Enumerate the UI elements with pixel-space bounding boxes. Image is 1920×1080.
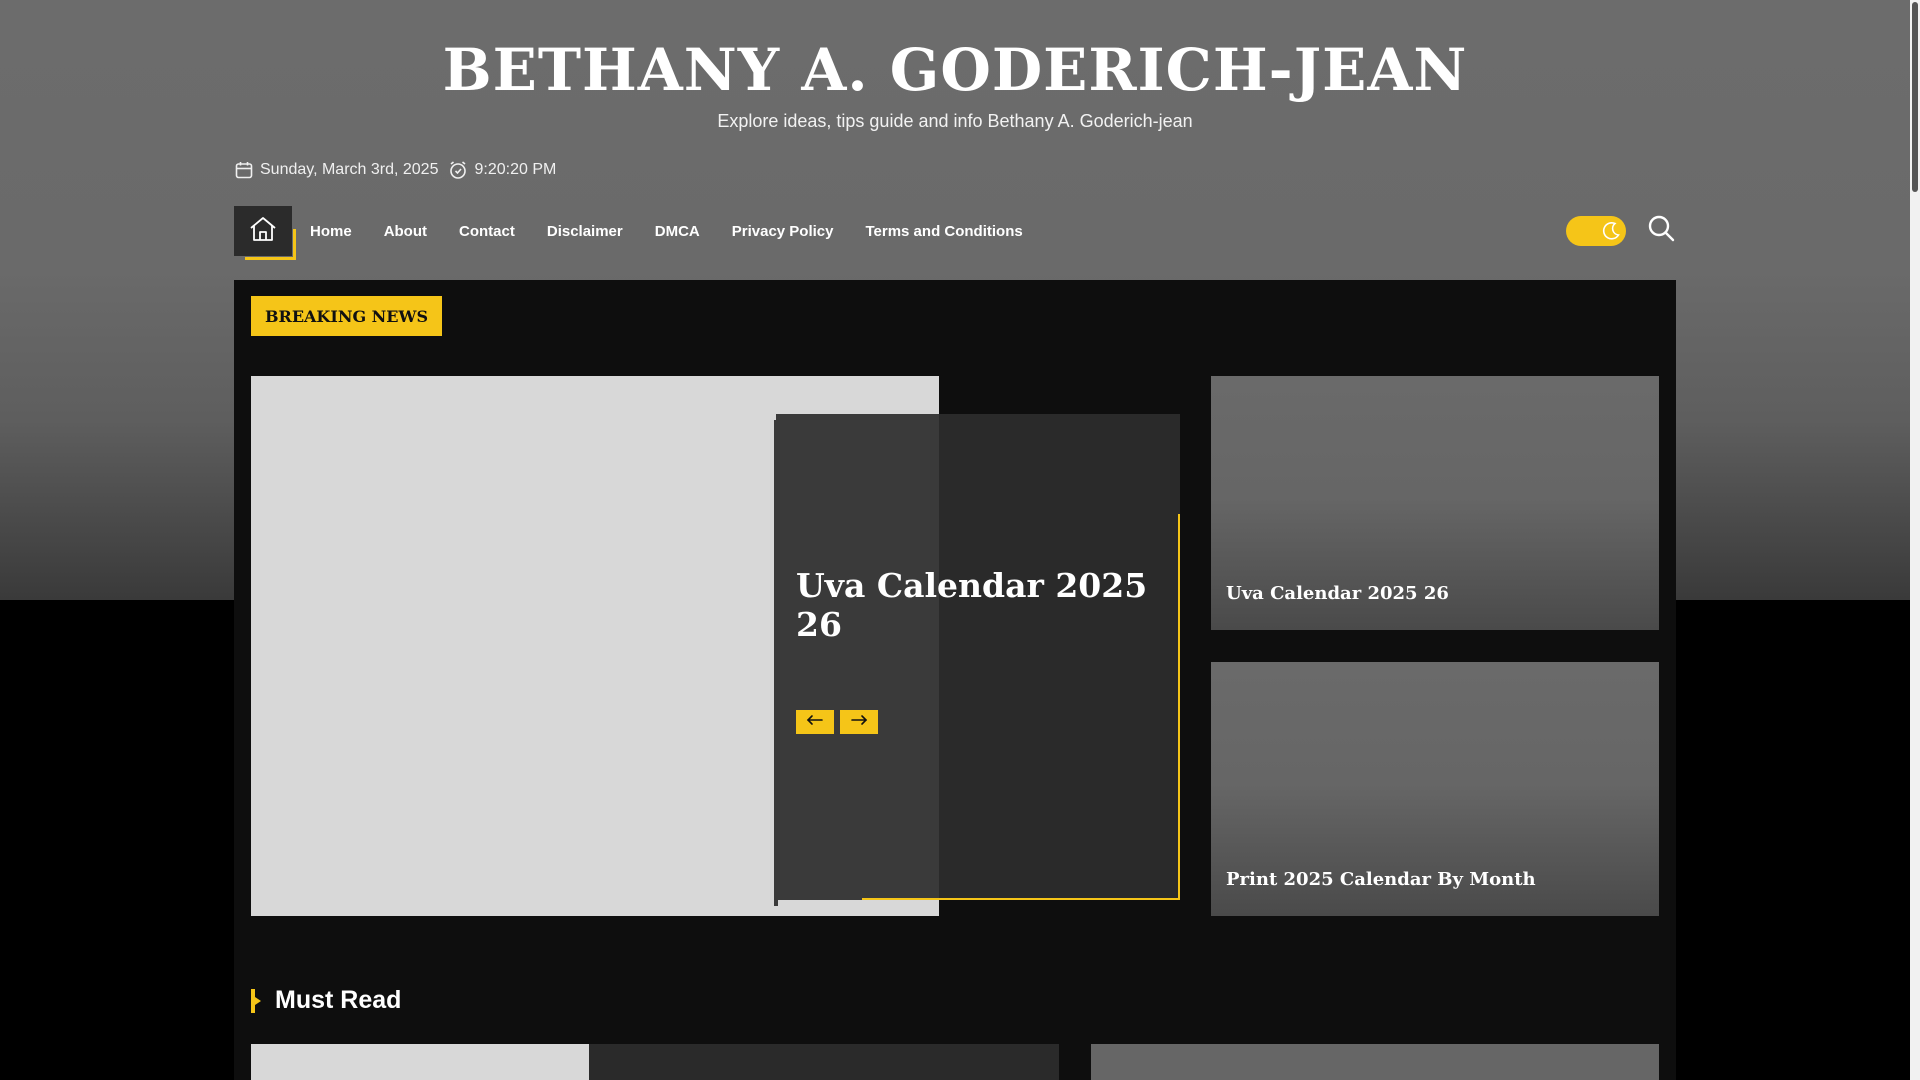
home-button[interactable] <box>234 206 296 260</box>
breaking-news-label: BREAKING NEWS <box>251 296 443 336</box>
moon-icon <box>1599 219 1623 243</box>
side-article-title[interactable]: Print 2025 Calendar By Month <box>1226 869 1536 890</box>
calendar-icon <box>234 160 254 180</box>
date-display: Sunday, March 3rd, 2025 <box>234 160 438 180</box>
search-icon[interactable] <box>1646 213 1676 248</box>
nav-links: Home About Contact Disclaimer DMCA Priva… <box>310 223 1055 240</box>
scrollbar-thumb[interactable] <box>1912 2 1918 192</box>
nav-terms[interactable]: Terms and Conditions <box>865 223 1022 240</box>
nav-actions <box>1566 213 1676 248</box>
site-title[interactable]: BETHANY A. GODERICH-JEAN <box>0 36 1910 104</box>
side-article-card[interactable]: Print 2025 Calendar By Month <box>1211 662 1659 916</box>
time-display: 9:20:20 PM <box>448 160 556 180</box>
prev-slide-button[interactable] <box>796 710 834 734</box>
page: BETHANY A. GODERICH-JEAN Explore ideas, … <box>0 0 1920 1080</box>
nav-about[interactable]: About <box>384 223 427 240</box>
nav-dmca[interactable]: DMCA <box>655 223 700 240</box>
must-read-card[interactable] <box>251 1044 1059 1080</box>
section-marker-icon <box>251 988 261 1013</box>
must-read-card[interactable] <box>1091 1044 1659 1080</box>
home-icon <box>249 216 277 247</box>
site-tagline: Explore ideas, tips guide and info Betha… <box>717 111 1193 131</box>
page-scrollbar[interactable] <box>1910 0 1920 1080</box>
date-time-row: Sunday, March 3rd, 2025 9:20:20 PM <box>234 160 566 180</box>
theme-toggle[interactable] <box>1566 215 1626 246</box>
arrow-left-icon <box>806 713 824 731</box>
must-read-card-image[interactable] <box>251 1044 589 1080</box>
side-article-title[interactable]: Uva Calendar 2025 26 <box>1226 583 1449 604</box>
card-shadow-edge <box>774 420 778 906</box>
nav-contact[interactable]: Contact <box>459 223 515 240</box>
must-read-heading: Must Read <box>251 986 401 1015</box>
main-navigation: Home About Contact Disclaimer DMCA Priva… <box>234 205 1676 260</box>
nav-disclaimer[interactable]: Disclaimer <box>547 223 623 240</box>
next-slide-button[interactable] <box>840 710 878 734</box>
nav-home[interactable]: Home <box>310 223 352 240</box>
slider-controls <box>796 710 884 734</box>
date-text: Sunday, March 3rd, 2025 <box>260 161 439 178</box>
time-text: 9:20:20 PM <box>474 161 557 178</box>
nav-privacy-policy[interactable]: Privacy Policy <box>732 223 834 240</box>
slide-caption-card: Uva Calendar 2025 26 <box>774 414 1180 906</box>
clock-icon <box>448 160 468 180</box>
arrow-right-icon <box>850 713 868 731</box>
content-panel: BREAKING NEWS Uva Calendar 2025 26 Uva C… <box>234 280 1676 1080</box>
side-article-card[interactable]: Uva Calendar 2025 26 <box>1211 376 1659 630</box>
slide-title[interactable]: Uva Calendar 2025 26 <box>796 566 1180 644</box>
must-read-title: Must Read <box>275 986 402 1014</box>
